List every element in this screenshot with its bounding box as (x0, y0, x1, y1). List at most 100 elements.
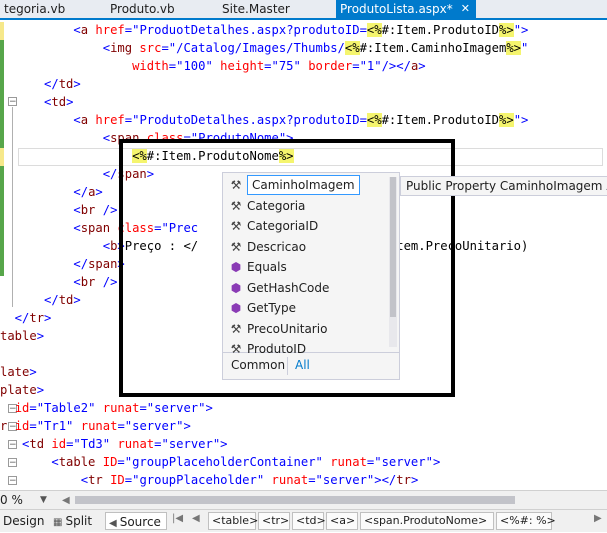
code-token: #:Item.ProdutoID (381, 113, 499, 127)
horizontal-scrollbar[interactable] (75, 496, 515, 504)
completion-item[interactable]: ⬢ GetHashCode (227, 278, 387, 298)
completion-tab-all[interactable]: All (295, 358, 310, 372)
completion-scroll-thumb[interactable] (390, 177, 396, 317)
code-line[interactable]: <br /> (0, 201, 117, 219)
breadcrumb-item[interactable]: <td> (292, 512, 326, 530)
code-line[interactable]: <a href="ProdutoDetalhes.aspx?produtoID=… (0, 111, 528, 129)
completion-item[interactable]: ⚒ CategoriaID (227, 216, 387, 236)
code-line[interactable]: r id="Tr1" runat="server"> (0, 417, 191, 435)
code-line[interactable]: </span> (0, 255, 124, 273)
code-token: ="/Catalog/Images/Thumbs/ (161, 41, 345, 55)
code-line[interactable]: id="Table2" runat="server"> (0, 399, 213, 417)
breadcrumb-back-icon[interactable]: |◀ (172, 513, 183, 524)
breadcrumb-item[interactable]: <a> (326, 512, 358, 530)
code-token: " (521, 41, 529, 55)
code-line[interactable]: <a href="ProduotDetalhes.aspx?produtoID=… (0, 21, 528, 39)
code-token: img (110, 41, 133, 55)
code-token: > (36, 329, 45, 343)
view-switch-bar: Design ▦ Split ◀ Source |◀ ◀ <table> <tr> <t… (0, 509, 607, 532)
code-token: td (51, 95, 67, 109)
tab-produtolista[interactable]: ProdutoLista.aspx* ✕ (336, 0, 476, 18)
intellisense-completion-list[interactable]: Common All ⚒ CaminhoImagem ⚒ Categoria ⚒ Cate… (222, 172, 400, 380)
source-view-button[interactable]: ◀ Source (105, 512, 167, 530)
completion-item[interactable]: ⚒ Descricao (227, 237, 387, 257)
code-token: table (58, 455, 96, 469)
code-line[interactable]: </a> (0, 183, 102, 201)
code-line[interactable]: width="100" height="75" border="1"/></a> (0, 57, 426, 75)
code-line[interactable]: table> (0, 327, 44, 345)
code-line[interactable]: late> (0, 363, 37, 381)
tab-produtolista-label: ProdutoLista.aspx* (340, 2, 453, 16)
code-token: ="75" (264, 59, 309, 73)
chevron-down-icon[interactable]: ▼ (40, 491, 47, 509)
cube-icon: ⬢ (230, 301, 242, 315)
code-token: ="ProduotDetalhes.aspx?produtoID= (124, 23, 367, 37)
completion-item[interactable]: ⬢ GetType (227, 298, 387, 318)
code-token: border (308, 59, 353, 73)
completion-item[interactable]: ⚒ CaminhoImagem (227, 175, 387, 195)
breadcrumb-item[interactable]: <%#: %> (496, 512, 556, 530)
code-line[interactable]: </td> (0, 75, 81, 93)
code-token: ="server"> (154, 437, 228, 451)
code-line[interactable]: </td> (0, 291, 81, 309)
code-token: ="server"></ (308, 473, 397, 487)
code-token: > (36, 383, 45, 397)
code-line[interactable]: </tr> (0, 309, 52, 327)
code-token: tr (396, 473, 411, 487)
breadcrumb-prev-icon[interactable]: ◀ (192, 513, 200, 524)
completion-item[interactable]: ⚒ ProdutoID (227, 339, 387, 359)
code-line[interactable]: <td id="Td3" runat="server"> (0, 435, 228, 453)
wrench-icon: ⚒ (230, 178, 242, 192)
code-token: > (418, 59, 426, 73)
code-token: tr (88, 473, 103, 487)
code-token: span (80, 221, 111, 235)
completion-item[interactable]: ⬢ Equals (227, 257, 387, 277)
breadcrumb-item[interactable]: <span.ProdutoNome> (360, 512, 494, 530)
breadcrumb-next-icon[interactable]: ▶ (594, 513, 602, 524)
design-view-button[interactable]: Design (3, 512, 44, 530)
code-token: ="1"/></ (352, 59, 411, 73)
code-token: width (132, 59, 169, 73)
completion-scrollbar[interactable] (389, 177, 397, 347)
code-token: < (0, 203, 81, 217)
wrench-icon: ⚒ (230, 321, 242, 336)
code-line[interactable]: <table ID="groupPlaceholderContainer" ru… (0, 453, 440, 471)
split-view-button[interactable]: ▦ Split (53, 512, 92, 530)
code-token: href (95, 23, 125, 37)
code-token: < (0, 113, 81, 127)
close-icon[interactable]: ✕ (461, 0, 470, 18)
code-token: </ (0, 257, 89, 271)
code-line[interactable]: <tr ID="groupPlaceholder" runat="server"… (0, 471, 419, 489)
code-token: ="groupPlaceholder" (124, 473, 272, 487)
code-token: ="100" (168, 59, 221, 73)
tab-categoria[interactable]: tegoria.vb (0, 0, 100, 18)
split-view-label: Split (65, 514, 93, 528)
tab-site-master[interactable]: Site.Master (218, 0, 318, 18)
completion-item[interactable]: ⚒ Categoria (227, 196, 387, 216)
code-token: < (0, 275, 81, 289)
breadcrumb-item[interactable]: <tr> (258, 512, 290, 530)
code-line[interactable]: <img src="/Catalog/Images/Thumbs/<%#:Ite… (0, 39, 528, 57)
scroll-left-icon[interactable]: ◀ (62, 495, 70, 506)
breadcrumb-item[interactable]: <table> (208, 512, 258, 530)
editor-zoom-bar: 0 % ▼ ◀ (0, 490, 607, 509)
split-icon: ▦ (53, 517, 63, 528)
code-token: late (0, 365, 30, 379)
code-token: ="groupPlaceholderContainer" (117, 455, 331, 469)
code-line[interactable]: <td> (0, 93, 73, 111)
document-tab-bar: tegoria.vb Produto.vb Site.Master Produt… (0, 0, 607, 20)
code-token: td (29, 437, 45, 451)
code-line[interactable]: <br /> (0, 273, 117, 291)
code-line[interactable]: plate> (0, 381, 44, 399)
zoom-level[interactable]: 0 % (0, 491, 23, 509)
completion-item-label: CaminhoImagem (247, 175, 360, 195)
completion-tab-common[interactable]: Common (231, 358, 285, 372)
code-token: %> (499, 23, 514, 37)
code-token: ="Tr1" (29, 419, 81, 433)
completion-item[interactable]: ⚒ PrecoUnitario (227, 319, 387, 339)
tab-produto[interactable]: Produto.vb (106, 0, 206, 18)
code-token: /> (95, 203, 118, 217)
